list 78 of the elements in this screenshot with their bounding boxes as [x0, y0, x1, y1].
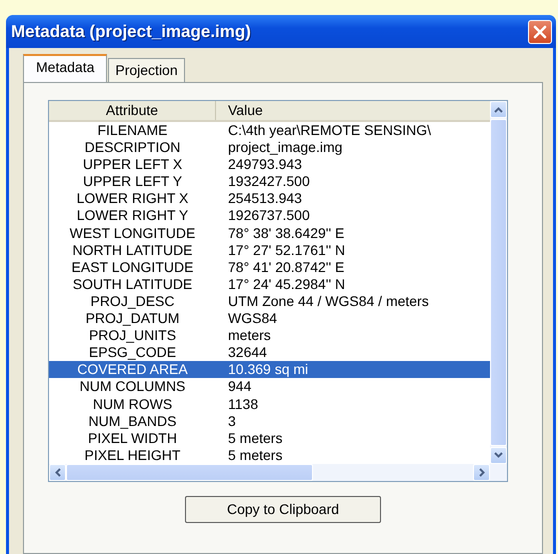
attribute-cell-text: EPSG_CODE: [88, 344, 178, 362]
attribute-cell-text: PROJ_DESC: [89, 292, 176, 310]
attribute-cell-text: NUM COLUMNS: [78, 378, 186, 396]
table-row[interactable]: SOUTH LATITUDE 17° 24' 45.2984'' N: [49, 276, 490, 293]
tab[interactable]: Metadata: [23, 54, 108, 82]
value-cell-text: 3: [227, 412, 236, 430]
table-row[interactable]: NORTH LATITUDE 17° 27' 52.1761'' N: [49, 242, 490, 259]
table-row[interactable]: LOWER RIGHT X 254513.943: [49, 190, 490, 208]
window-title: Metadata (project_image.img): [11, 22, 251, 42]
horizontal-scrollbar[interactable]: [49, 464, 507, 481]
caret-down-icon: [494, 452, 503, 458]
attribute-cell-text: LOWER RIGHT X: [76, 190, 190, 208]
attribute-cell-text: WEST LONGITUDE: [68, 224, 196, 242]
value-cell-text: 10.369 sq mi: [227, 361, 308, 378]
value-cell-text: 78° 41' 20.8742'' E: [227, 258, 344, 276]
value-cell-text: 944: [227, 378, 252, 396]
attribute-cell-text: PIXEL WIDTH: [87, 430, 178, 447]
attribute-cell-text: NORTH LATITUDE: [71, 242, 194, 259]
column-header[interactable]: Attribute: [49, 101, 216, 120]
attribute-cell-text: NUM_BANDS: [88, 412, 178, 430]
selected-row[interactable]: COVERED AREA 10.369 sq mi: [49, 361, 490, 378]
table-row[interactable]: UPPER LEFT X 249793.943: [49, 156, 490, 174]
table-row[interactable]: PIXEL WIDTH 5 meters: [49, 430, 490, 447]
table-row[interactable]: LOWER RIGHT Y 1926737.500: [49, 207, 490, 225]
caret-right-icon: [478, 468, 484, 477]
table-row[interactable]: FILENAME C:\4th year\REMOTE SENSING\: [49, 122, 490, 140]
attribute-cell-text: UPPER LEFT X: [82, 156, 184, 174]
table-row[interactable]: PIXEL HEIGHT 5 meters: [49, 446, 490, 464]
value-cell-text: 254513.943: [227, 190, 302, 208]
attribute-cell-text: FILENAME: [96, 122, 168, 140]
caret-up-icon: [494, 106, 503, 112]
table-row[interactable]: PROJ_DATUM WGS84: [49, 310, 490, 328]
close-icon: [533, 24, 547, 38]
attribute-cell-text: COVERED AREA: [76, 361, 189, 378]
attribute-cell-text: LOWER RIGHT Y: [76, 207, 190, 225]
table-row[interactable]: EAST LONGITUDE 78° 41' 20.8742'' E: [49, 258, 490, 276]
value-cell-text: project_image.img: [227, 139, 342, 156]
attribute-cell-text: DESCRIPTION: [84, 139, 182, 156]
table-row[interactable]: NUM ROWS 1138: [49, 396, 490, 413]
table-row[interactable]: WEST LONGITUDE 78° 38' 38.6429'' E: [49, 224, 490, 242]
scroll-up-button[interactable]: [490, 101, 507, 118]
attribute-cell-text: PROJ_DATUM: [84, 310, 180, 328]
value-cell-text: 17° 27' 52.1761'' N: [227, 242, 346, 259]
attribute-cell-text: NUM ROWS: [92, 396, 174, 413]
table-row[interactable]: NUM_BANDS 3: [49, 412, 490, 430]
scroll-left-button[interactable]: [49, 464, 66, 481]
scroll-thumb[interactable]: [66, 464, 313, 481]
table-row[interactable]: EPSG_CODE 32644: [49, 344, 490, 362]
attribute-cell-text: UPPER LEFT Y: [82, 173, 184, 190]
value-cell-text: 5 meters: [227, 430, 282, 447]
close-button[interactable]: [528, 20, 552, 44]
attribute-cell-text: SOUTH LATITUDE: [72, 276, 194, 293]
attribute-cell-text: PROJ_UNITS: [88, 327, 178, 344]
value-cell-text: UTM Zone 44 / WGS84 / meters: [227, 292, 429, 310]
table-row[interactable]: NUM COLUMNS 944: [49, 378, 490, 396]
table-row[interactable]: UPPER LEFT Y 1932427.500: [49, 173, 490, 190]
value-cell-text: C:\4th year\REMOTE SENSING\: [227, 122, 432, 140]
scroll-down-button[interactable]: [490, 446, 507, 464]
column-header[interactable]: Value: [216, 101, 263, 120]
value-cell-text: 32644: [227, 344, 267, 362]
tab[interactable]: Projection: [108, 58, 185, 82]
value-cell-text: 1932427.500: [227, 173, 310, 190]
table-row[interactable]: PROJ_UNITS meters: [49, 327, 490, 344]
value-cell-text: 1138: [227, 396, 258, 413]
copy-button[interactable]: Copy to Clipboard: [185, 496, 381, 523]
value-cell-text: 249793.943: [227, 156, 302, 174]
value-cell-text: 78° 38' 38.6429'' E: [227, 224, 344, 242]
attribute-cell-text: PIXEL HEIGHT: [84, 446, 182, 464]
value-cell-text: WGS84: [227, 310, 278, 328]
scroll-right-button[interactable]: [473, 464, 490, 481]
attribute-cell-text: EAST LONGITUDE: [70, 258, 194, 276]
value-cell-text: 17° 24' 45.2984'' N: [227, 276, 346, 293]
value-cell-text: 1926737.500: [227, 207, 310, 225]
caret-left-icon: [54, 468, 60, 477]
value-cell-text: 5 meters: [227, 446, 282, 464]
value-cell-text: meters: [227, 327, 271, 344]
table-row[interactable]: PROJ_DESC UTM Zone 44 / WGS84 / meters: [49, 292, 490, 310]
table-row[interactable]: DESCRIPTION project_image.img: [49, 139, 490, 156]
